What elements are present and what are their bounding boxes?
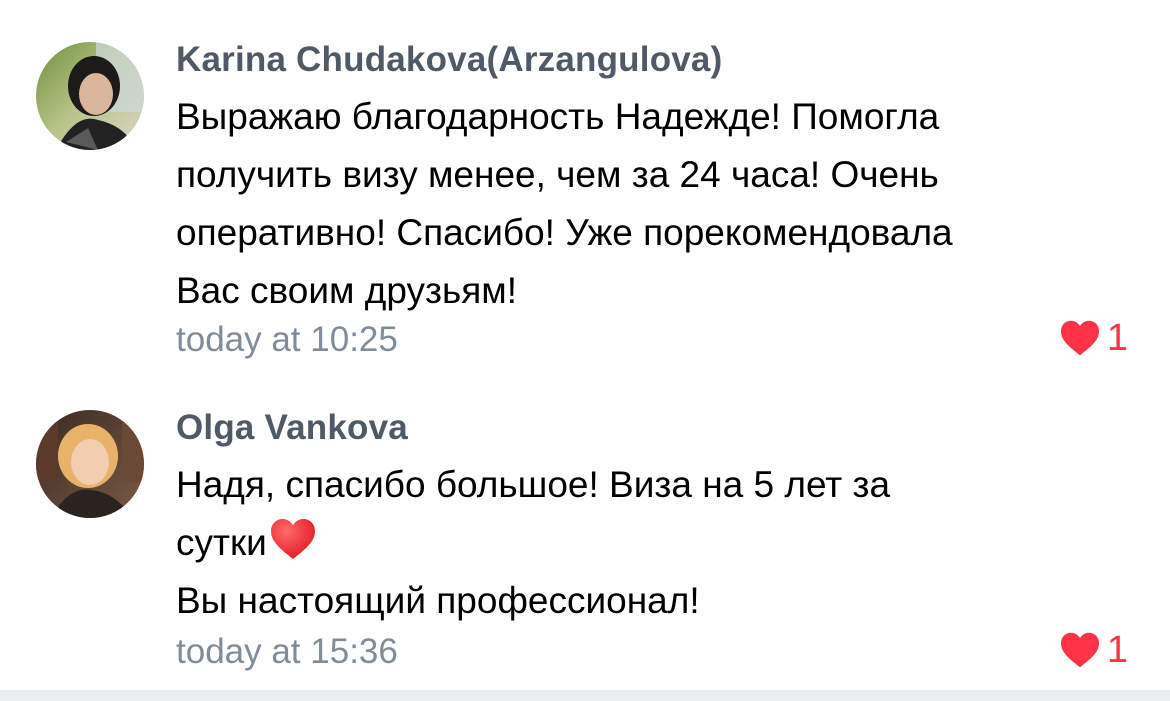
- avatar[interactable]: [36, 410, 144, 518]
- comment-text-line-with-emoji: сутки: [176, 514, 1136, 572]
- avatar-photo-icon: [36, 42, 144, 150]
- like-count: 1: [1106, 317, 1128, 359]
- comment-text-line: Надя, спасибо большое! Виза на 5 лет за: [176, 464, 891, 505]
- like-count: 1: [1106, 629, 1128, 671]
- comments-page: Karina Chudakova(Arzangulova) Выражаю бл…: [0, 0, 1170, 701]
- comment-text-line: Выражаю благодарность Надежде! Помогла: [176, 96, 940, 137]
- comment-text: Надя, спасибо большое! Виза на 5 лет за …: [176, 456, 1136, 630]
- like-button[interactable]: 1: [1059, 318, 1128, 358]
- comment-item: Karina Chudakova(Arzangulova) Выражаю бл…: [0, 0, 1170, 380]
- comment-author[interactable]: Karina Chudakova(Arzangulova): [176, 40, 722, 80]
- comment-text-line: оперативно! Спасибо! Уже порекомендовала: [176, 212, 953, 253]
- heart-icon: [1060, 320, 1099, 356]
- avatar[interactable]: [36, 42, 144, 150]
- comment-author[interactable]: Olga Vankova: [176, 408, 408, 448]
- separator: [0, 690, 1170, 701]
- comment-text-fragment: сутки: [176, 522, 267, 563]
- comment-timestamp: today at 10:25: [176, 320, 398, 359]
- like-button[interactable]: 1: [1059, 630, 1128, 670]
- comment-item: Olga Vankova Надя, спасибо большое! Виза…: [0, 380, 1170, 690]
- comment-text-line: Вас своим друзьям!: [176, 270, 517, 311]
- heart-icon: [1060, 632, 1099, 668]
- comment-text-line: Вы настоящий профессионал!: [176, 580, 700, 621]
- comment-text-line: получить визу менее, чем за 24 часа! Оче…: [176, 154, 939, 195]
- avatar-photo-icon: [36, 410, 144, 518]
- comment-text: Выражаю благодарность Надежде! Помогла п…: [176, 88, 1136, 320]
- red-heart-emoji-icon: [270, 519, 315, 559]
- comment-timestamp: today at 15:36: [176, 632, 398, 671]
